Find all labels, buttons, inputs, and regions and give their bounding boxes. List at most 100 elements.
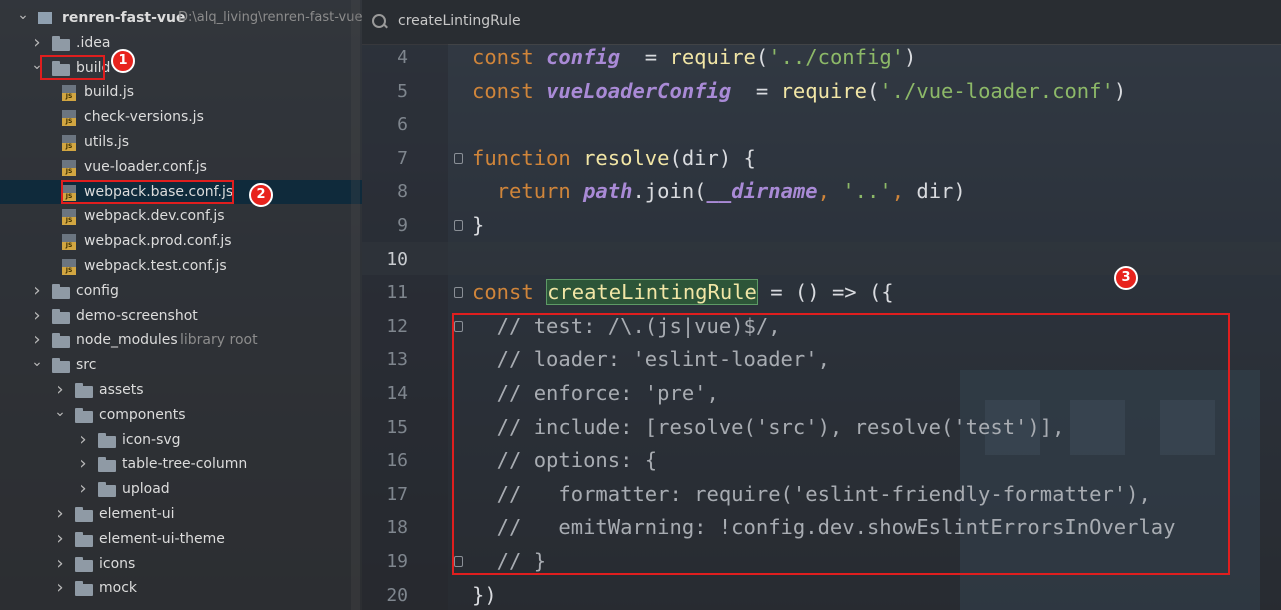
tree-item-label: element-ui — [99, 506, 175, 522]
code-token: , — [891, 179, 917, 204]
tree-folder-upload[interactable]: › upload — [0, 477, 362, 502]
tree-item-label: webpack.test.conf.js — [84, 258, 227, 274]
line-number: 17 — [386, 483, 408, 505]
chevron-right-icon[interactable]: › — [53, 527, 67, 551]
code-token: __dirname — [706, 179, 818, 204]
code-token: } — [472, 213, 485, 237]
code-line[interactable]: 5 const vueLoaderConfig = require('./vue-… — [362, 75, 1281, 109]
code-text: }) — [472, 579, 497, 610]
chevron-down-icon[interactable]: ⌄ — [16, 6, 30, 30]
code-line[interactable]: 10 — [362, 243, 1281, 277]
tree-folder-table-tree-column[interactable]: › table-tree-column — [0, 452, 362, 477]
code-token: ) — [1113, 78, 1127, 103]
tree-folder-src[interactable]: ⌄ src — [0, 353, 362, 378]
javascript-file-icon — [62, 259, 76, 275]
code-line[interactable]: 7 function resolve(dir) { — [362, 142, 1281, 176]
line-number: 5 — [397, 80, 408, 102]
tree-folder-element-ui[interactable]: › element-ui — [0, 502, 362, 527]
chevron-down-icon[interactable]: ⌄ — [53, 403, 67, 427]
code-text: const config = require('../config') — [472, 41, 916, 75]
fold-marker-icon[interactable] — [454, 287, 463, 299]
code-token: '..' — [842, 179, 892, 204]
annotation-box-commented-code — [452, 313, 1230, 575]
code-token: = () => ({ — [757, 280, 894, 305]
chevron-right-icon[interactable]: › — [30, 328, 44, 352]
chevron-right-icon[interactable]: › — [30, 304, 44, 328]
chevron-down-icon[interactable]: ⌄ — [30, 353, 44, 377]
code-token: ( — [866, 78, 880, 103]
tree-folder-config[interactable]: › config — [0, 279, 362, 304]
fold-marker-icon[interactable] — [454, 152, 463, 164]
line-number: 7 — [397, 147, 408, 169]
tree-item-label: node_modules — [76, 332, 178, 349]
tree-folder-components[interactable]: ⌄ components — [0, 403, 362, 428]
tree-item-label: components — [99, 406, 186, 423]
javascript-file-icon — [62, 85, 76, 102]
tree-item-label: demo-screenshot — [76, 307, 198, 324]
folder-icon — [75, 581, 93, 597]
tree-folder-demo-screenshot[interactable]: › demo-screenshot — [0, 304, 362, 329]
project-tree-scrollbar[interactable] — [351, 0, 360, 610]
breadcrumb-item[interactable]: createLintingRule — [398, 13, 521, 29]
breadcrumb: createLintingRule — [362, 0, 1281, 45]
tree-item-label: renren-fast-vue — [62, 10, 186, 26]
tree-file-vue-loader-conf-js[interactable]: vue-loader.conf.js — [0, 155, 362, 180]
tree-folder-icon-svg[interactable]: › icon-svg — [0, 428, 362, 453]
chevron-right-icon[interactable]: › — [76, 452, 90, 476]
code-line[interactable]: 8 return path.join(__dirname, '..', dir) — [362, 175, 1281, 209]
annotation-badge-1: 1 — [111, 49, 135, 73]
tree-file-webpack-test-conf-js[interactable]: webpack.test.conf.js — [0, 254, 362, 279]
tree-folder-idea[interactable]: › .idea — [0, 31, 362, 56]
code-text: } — [472, 209, 484, 243]
fold-marker-icon[interactable] — [454, 220, 463, 231]
javascript-file-icon — [62, 135, 76, 151]
tree-folder-assets[interactable]: › assets — [0, 378, 362, 403]
chevron-right-icon[interactable]: › — [53, 502, 67, 526]
chevron-right-icon[interactable]: › — [53, 576, 67, 600]
code-token: const — [472, 78, 547, 103]
line-number: 11 — [386, 282, 408, 304]
tree-file-utils-js[interactable]: utils.js — [0, 130, 362, 155]
line-number: 10 — [386, 248, 408, 270]
chevron-right-icon[interactable]: › — [76, 428, 90, 452]
code-token: require — [669, 45, 756, 69]
javascript-file-icon — [62, 110, 76, 127]
tree-folder-icons[interactable]: › icons — [0, 552, 362, 577]
tree-file-build-js[interactable]: build.js — [0, 80, 362, 105]
tree-folder-renren-fast-vue[interactable]: ⌄ renren-fast-vue D:\alq_living\renren-fas… — [0, 6, 362, 31]
chevron-right-icon[interactable]: › — [53, 552, 67, 576]
search-icon[interactable] — [372, 14, 386, 28]
line-number: 13 — [386, 349, 408, 371]
tree-file-webpack-prod-conf-js[interactable]: webpack.prod.conf.js — [0, 229, 362, 254]
module-path: D:\alq_living\renren-fast-vue — [178, 10, 363, 25]
chevron-right-icon[interactable]: › — [76, 477, 90, 501]
folder-icon — [75, 507, 93, 522]
folder-icon — [75, 383, 93, 398]
tree-item-label: utils.js — [84, 134, 130, 150]
code-token: }) — [472, 582, 497, 607]
tree-file-check-versions-js[interactable]: check-versions.js — [0, 105, 362, 130]
code-line[interactable]: 4 const config = require('../config') — [362, 41, 1281, 75]
tree-item-label: src — [76, 357, 97, 374]
tree-folder-element-ui-theme[interactable]: › element-ui-theme — [0, 527, 362, 552]
tree-folder-node-modules[interactable]: › node_modules library root — [0, 328, 362, 353]
code-line[interactable]: 11 const createLintingRule = () => ({ — [362, 276, 1281, 310]
code-text: const createLintingRule = () => ({ — [472, 276, 894, 310]
chevron-right-icon[interactable]: › — [30, 31, 44, 55]
library-root-label: library root — [180, 332, 258, 349]
line-number: 9 — [397, 215, 408, 236]
line-number: 8 — [397, 181, 408, 203]
tree-folder-mock[interactable]: › mock — [0, 576, 362, 601]
chevron-right-icon[interactable]: › — [30, 279, 44, 303]
code-token: path — [583, 179, 633, 204]
tree-item-label: check-versions.js — [84, 109, 204, 126]
code-token: return — [496, 179, 584, 204]
folder-icon — [75, 407, 93, 423]
code-line[interactable]: 6 — [362, 108, 1281, 142]
code-line[interactable]: 20}) — [362, 579, 1281, 610]
javascript-file-icon — [62, 209, 76, 226]
chevron-right-icon[interactable]: › — [53, 378, 67, 402]
tree-file-webpack-dev-conf-js[interactable]: webpack.dev.conf.js — [0, 204, 362, 229]
code-line[interactable]: 9} — [362, 209, 1281, 243]
